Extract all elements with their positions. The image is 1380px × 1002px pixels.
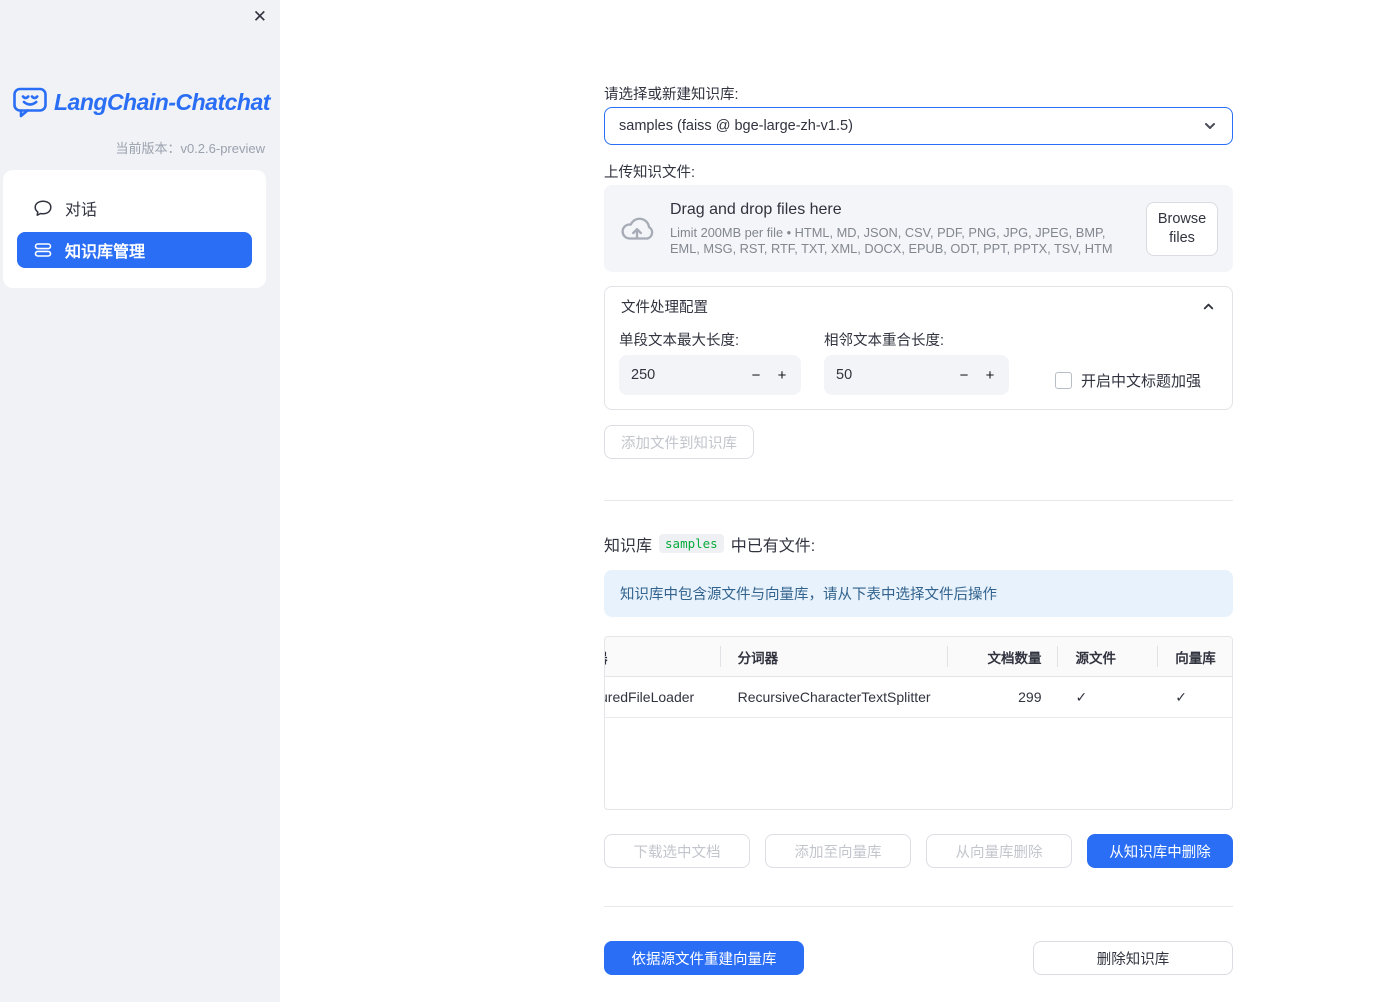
file-dropzone[interactable]: Drag and drop files here Limit 200MB per…	[604, 185, 1233, 272]
delete-kb-button[interactable]: 删除知识库	[1033, 941, 1233, 975]
download-selected-button[interactable]: 下载选中文档	[604, 834, 750, 868]
chatchat-smiley-bubble-icon	[12, 86, 48, 118]
zh-title-enhance-label: 开启中文标题加强	[1081, 373, 1202, 390]
overlap-label: 相邻文本重合长度:	[824, 333, 945, 349]
sidebar-item-label: 知识库管理	[65, 244, 146, 261]
cell-doc-count: 299	[1018, 689, 1042, 705]
divider	[604, 500, 1233, 501]
divider	[604, 906, 1233, 907]
kb-list-icon	[33, 240, 53, 260]
max-length-field: 单段文本最大长度: 250 − +	[619, 329, 801, 395]
add-to-vectorstore-button[interactable]: 添加至向量库	[765, 834, 911, 868]
chevron-up-icon	[1201, 299, 1216, 314]
table-header-loader-clipped: 器	[605, 637, 720, 676]
kb-select-value: samples (faiss @ bge-large-zh-v1.5)	[619, 118, 853, 134]
add-files-to-kb-button[interactable]: 添加文件到知识库	[604, 425, 754, 459]
rebuild-vectorstore-button[interactable]: 依据源文件重建向量库	[604, 941, 804, 975]
info-banner: 知识库中包含源文件与向量库，请从下表中选择文件后操作	[604, 570, 1233, 617]
increment-button[interactable]: +	[977, 360, 1003, 390]
kb-select[interactable]: samples (faiss @ bge-large-zh-v1.5)	[604, 107, 1233, 145]
overlap-value[interactable]: 50	[836, 367, 951, 383]
version-label: 当前版本：	[115, 141, 181, 156]
dropzone-hint: Limit 200MB per file • HTML, MD, JSON, C…	[670, 224, 1113, 256]
delete-from-kb-button[interactable]: 从知识库中删除	[1087, 834, 1233, 868]
app-logo-text: LangChain-Chatchat	[54, 88, 270, 115]
kb-files-suffix: 中已有文件:	[730, 537, 816, 555]
cloud-upload-icon	[619, 214, 655, 244]
table-row[interactable]: uredFileLoader RecursiveCharacterTextSpl…	[605, 677, 1232, 718]
decrement-button[interactable]: −	[951, 360, 977, 390]
sidebar-item-label: 对话	[65, 202, 98, 219]
sidebar-menu: 对话 知识库管理	[3, 170, 266, 288]
cell-vector-store-check: ✓	[1175, 688, 1187, 705]
dropzone-title: Drag and drop files here	[670, 200, 842, 218]
kb-files-prefix: 知识库	[604, 537, 653, 555]
content-column: 请选择或新建知识库: samples (faiss @ bge-large-zh…	[604, 0, 1233, 975]
table-header-splitter: 分词器	[719, 637, 947, 676]
chat-bubble-icon	[33, 198, 53, 218]
close-sidebar-icon[interactable]: ✕	[253, 6, 267, 28]
chevron-down-icon	[1202, 118, 1218, 134]
table-header-source-file: 源文件	[1056, 637, 1158, 676]
app-logo: LangChain-Chatchat	[12, 86, 270, 118]
zh-title-enhance-group: 开启中文标题加强	[1055, 366, 1201, 395]
kb-files-table[interactable]: 器 分词器 文档数量 源文件 向量库 uredFileLoader Recurs…	[604, 636, 1233, 810]
info-banner-text: 知识库中包含源文件与向量库，请从下表中选择文件后操作	[620, 587, 997, 603]
zh-title-enhance-checkbox[interactable]	[1055, 372, 1072, 389]
delete-from-vectorstore-button[interactable]: 从向量库删除	[926, 834, 1072, 868]
kb-files-heading: 知识库 samples 中已有文件:	[604, 534, 1233, 555]
upload-label: 上传知识文件:	[604, 165, 696, 181]
expander-header[interactable]: 文件处理配置	[605, 287, 1232, 325]
kb-name-badge: samples	[659, 534, 724, 553]
table-header-row: 器 分词器 文档数量 源文件 向量库	[605, 637, 1232, 677]
table-header-doc-count: 文档数量	[946, 637, 1057, 676]
increment-button[interactable]: +	[769, 360, 795, 390]
max-length-value[interactable]: 250	[631, 367, 743, 383]
cell-splitter: RecursiveCharacterTextSplitter	[737, 689, 931, 705]
dropzone-texts: Drag and drop files here Limit 200MB per…	[670, 201, 1146, 257]
main-area: 请选择或新建知识库: samples (faiss @ bge-large-zh…	[280, 0, 1380, 1002]
version-text: 当前版本：v0.2.6-preview	[115, 138, 265, 157]
sidebar-item-dialogue[interactable]: 对话	[17, 190, 252, 226]
expander-body: 单段文本最大长度: 250 − + 相邻文本重合长度: 50 − + 开启中文标…	[605, 325, 1232, 409]
browse-files-button[interactable]: Browse files	[1146, 201, 1218, 256]
cell-source-file-check: ✓	[1075, 688, 1088, 705]
sidebar-item-kb-management[interactable]: 知识库管理	[17, 232, 252, 268]
overlap-input[interactable]: 50 − +	[824, 355, 1009, 395]
file-config-expander: 文件处理配置 单段文本最大长度: 250 − + 相邻文本重合长度: 50 − …	[604, 286, 1233, 410]
max-length-input[interactable]: 250 − +	[619, 355, 801, 395]
file-actions-row: 下载选中文档 添加至向量库 从向量库删除 从知识库中删除	[604, 834, 1233, 868]
kb-select-label: 请选择或新建知识库:	[604, 87, 739, 103]
decrement-button[interactable]: −	[743, 360, 769, 390]
cell-loader: uredFileLoader	[605, 689, 695, 705]
table-header-vector-store: 向量库	[1157, 637, 1232, 676]
sidebar: ✕ LangChain-Chatchat 当前版本：v0.2.6-preview…	[0, 0, 280, 1002]
overlap-field: 相邻文本重合长度: 50 − +	[824, 329, 1009, 395]
version-value: v0.2.6-preview	[180, 141, 265, 156]
kb-actions-row: 依据源文件重建向量库 删除知识库	[604, 941, 1233, 975]
expander-title: 文件处理配置	[621, 299, 708, 316]
max-length-label: 单段文本最大长度:	[619, 333, 740, 349]
